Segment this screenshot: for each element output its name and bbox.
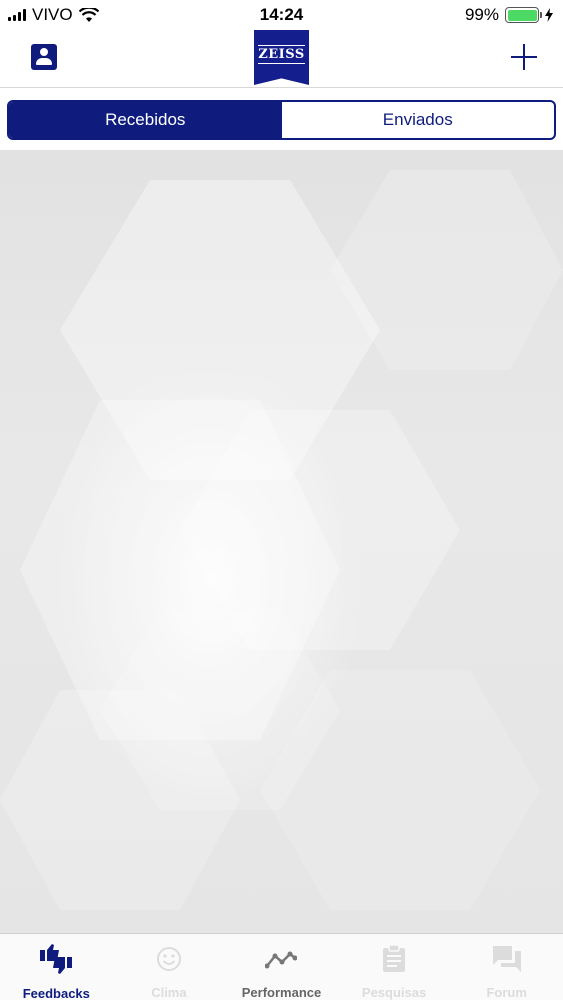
profile-icon[interactable] bbox=[31, 44, 57, 70]
battery-icon bbox=[505, 7, 542, 23]
tab-forum[interactable]: Forum bbox=[450, 934, 563, 1000]
background-pattern bbox=[0, 170, 563, 910]
clipboard-icon bbox=[383, 944, 406, 972]
carrier-label: VIVO bbox=[32, 5, 73, 24]
chat-icon bbox=[492, 945, 521, 972]
tab-feedbacks[interactable]: Feedbacks bbox=[0, 934, 113, 1000]
plus-icon[interactable] bbox=[511, 44, 537, 70]
status-bar: VIVO 14:24 99% bbox=[0, 0, 563, 30]
tab-pesquisas[interactable]: Pesquisas bbox=[338, 934, 451, 1000]
thumbs-icon bbox=[40, 944, 73, 974]
tab-bar: Feedbacks Clima Performance Pesquisas Fo… bbox=[0, 933, 563, 1000]
trend-icon bbox=[265, 951, 298, 968]
zeiss-logo: ZEISS bbox=[254, 30, 309, 85]
tab-label: Feedbacks bbox=[22, 986, 90, 1000]
status-right: 99% bbox=[465, 5, 553, 25]
tab-label: Pesquisas bbox=[361, 985, 427, 1000]
feedback-list-area[interactable] bbox=[0, 150, 563, 933]
tab-label: Performance bbox=[241, 985, 322, 1000]
battery-percent: 99% bbox=[464, 5, 499, 24]
tab-label: Forum bbox=[486, 985, 527, 1000]
logo-text: ZEISS bbox=[258, 45, 305, 64]
nav-bar: ZEISS bbox=[0, 30, 563, 88]
signal-icon bbox=[8, 9, 26, 21]
charging-icon bbox=[545, 8, 553, 22]
tab-performance[interactable]: Performance bbox=[225, 934, 338, 1000]
segmented-control: Recebidos Enviados bbox=[7, 100, 556, 140]
segment-recebidos[interactable]: Recebidos bbox=[9, 102, 282, 138]
status-left: VIVO bbox=[8, 5, 99, 25]
wifi-icon bbox=[78, 7, 99, 22]
tab-clima[interactable]: Clima bbox=[113, 934, 226, 1000]
segment-enviados[interactable]: Enviados bbox=[282, 102, 555, 138]
smiley-icon bbox=[156, 946, 181, 971]
tab-label: Clima bbox=[151, 985, 187, 1000]
